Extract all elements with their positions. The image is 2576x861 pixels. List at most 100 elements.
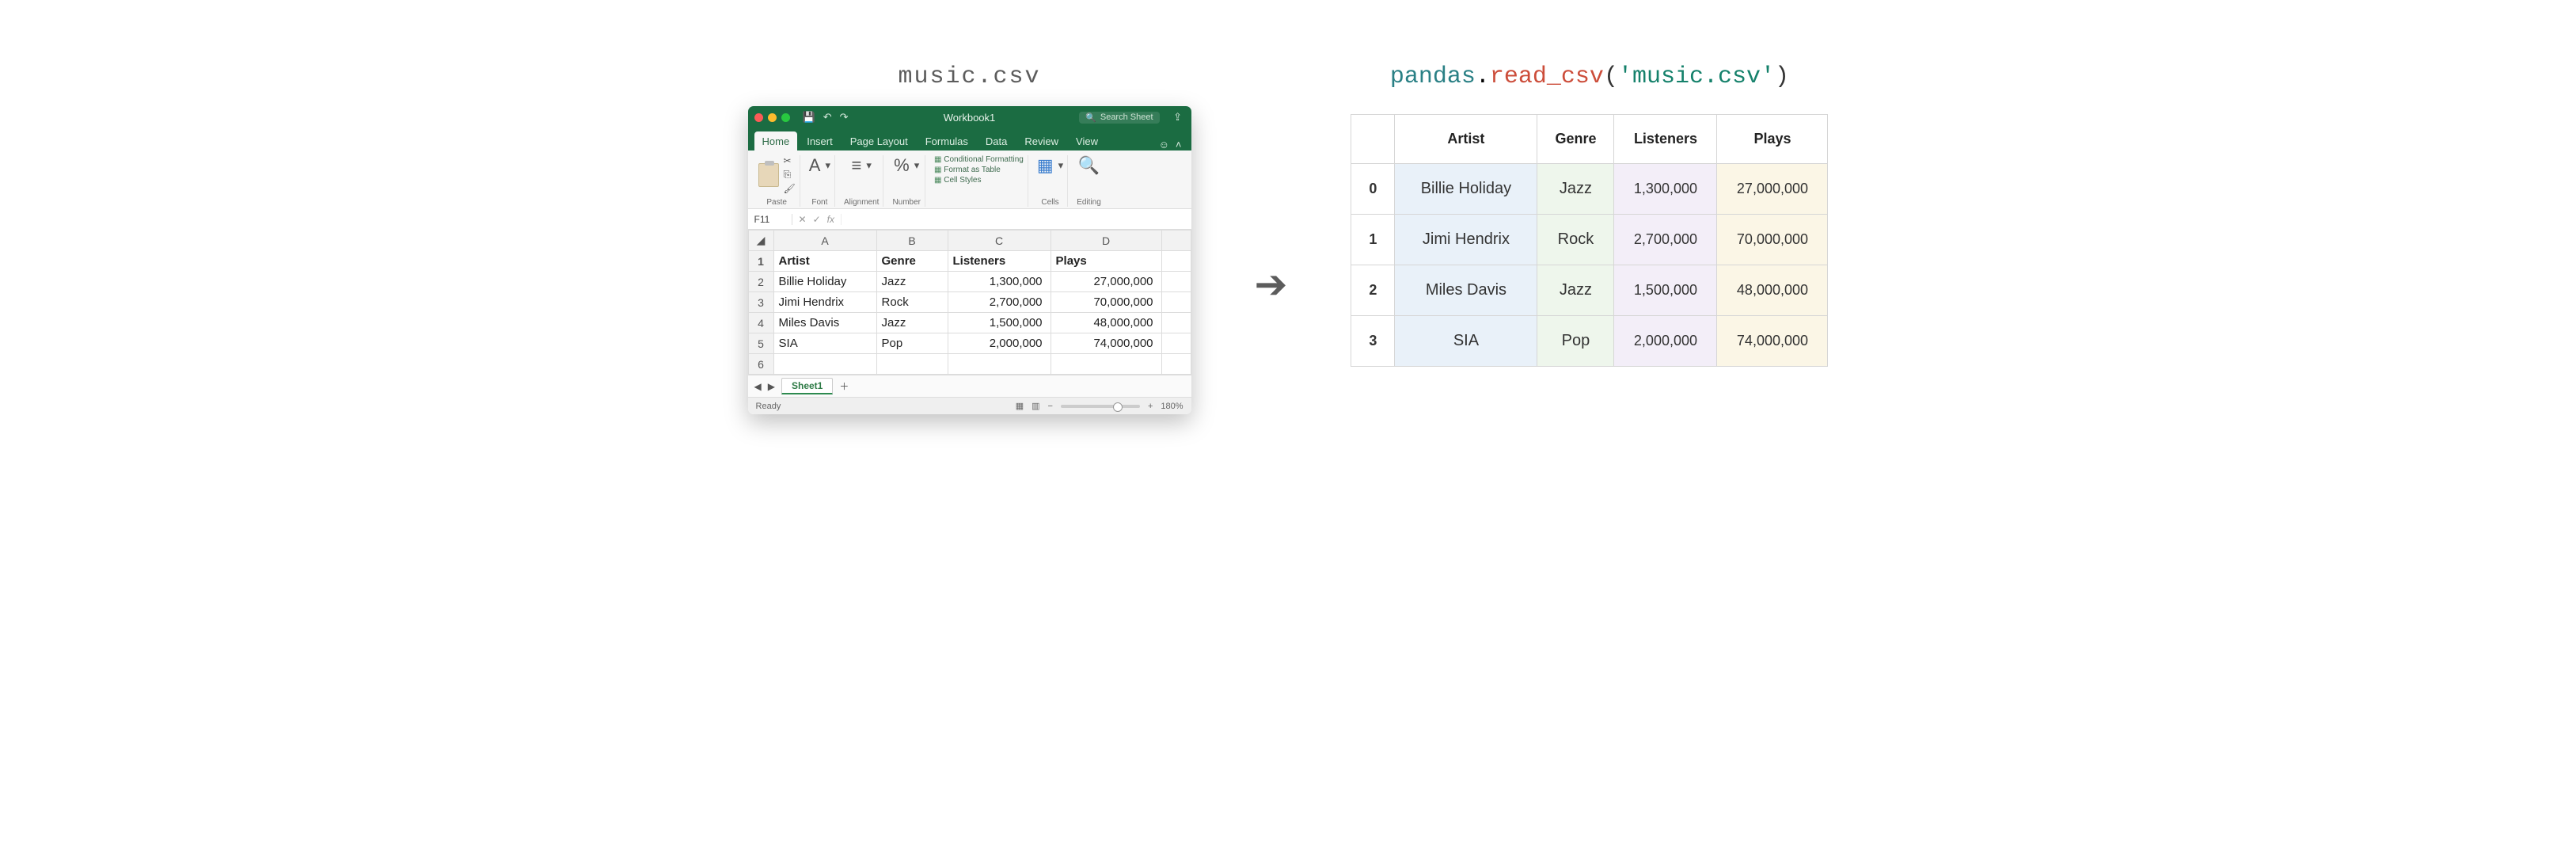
row-header[interactable]: 6 (748, 354, 773, 375)
col-header-d[interactable]: D (1051, 230, 1161, 251)
maximize-icon[interactable] (781, 113, 790, 122)
tab-page-layout[interactable]: Page Layout (842, 131, 916, 150)
cell[interactable]: Pop (876, 333, 948, 354)
cell[interactable]: Jazz (876, 313, 948, 333)
cell[interactable]: Plays (1051, 251, 1161, 272)
undo-icon[interactable]: ↶ (823, 111, 832, 124)
cell[interactable] (948, 354, 1051, 375)
redo-icon[interactable]: ↷ (840, 111, 849, 124)
tab-review[interactable]: Review (1016, 131, 1066, 150)
cell[interactable]: 48,000,000 (1051, 313, 1161, 333)
dropdown-icon[interactable]: ▾ (866, 159, 872, 172)
cell[interactable] (876, 354, 948, 375)
col-header-empty[interactable] (1161, 230, 1191, 251)
cell[interactable]: SIA (773, 333, 876, 354)
cell[interactable] (1051, 354, 1161, 375)
alignment-icon[interactable]: ≡ (852, 155, 862, 176)
editing-icon[interactable]: 🔍 (1078, 155, 1100, 176)
minimize-icon[interactable] (768, 113, 777, 122)
dropdown-icon[interactable]: ▾ (914, 159, 920, 172)
tab-formulas[interactable]: Formulas (918, 131, 976, 150)
cell[interactable]: 27,000,000 (1051, 272, 1161, 292)
cell[interactable] (1161, 354, 1191, 375)
row-header[interactable]: 3 (748, 292, 773, 313)
share-icon[interactable]: ⇪ (1171, 110, 1185, 124)
tab-data[interactable]: Data (978, 131, 1015, 150)
cell[interactable] (1161, 292, 1191, 313)
dropdown-icon[interactable]: ▾ (825, 159, 830, 172)
cell[interactable]: 1,300,000 (948, 272, 1051, 292)
df-col-plays: Plays (1717, 115, 1828, 164)
cell[interactable]: Jazz (876, 272, 948, 292)
cell[interactable]: Rock (876, 292, 948, 313)
zoom-out-icon[interactable]: − (1048, 402, 1053, 411)
row-header[interactable]: 5 (748, 333, 773, 354)
save-icon[interactable]: 💾 (803, 111, 815, 124)
cell[interactable]: Listeners (948, 251, 1051, 272)
next-sheet-icon[interactable]: ▶ (768, 381, 775, 392)
view-normal-icon[interactable]: ▦ (1016, 401, 1024, 411)
cell[interactable]: Artist (773, 251, 876, 272)
search-input[interactable]: 🔍 Search Sheet (1079, 112, 1159, 124)
view-page-icon[interactable]: ▥ (1032, 401, 1039, 411)
cell[interactable]: 74,000,000 (1051, 333, 1161, 354)
format-painter-icon[interactable]: 🖌 (784, 183, 796, 194)
cell[interactable]: 70,000,000 (1051, 292, 1161, 313)
search-placeholder: Search Sheet (1100, 112, 1153, 122)
row-header[interactable]: 2 (748, 272, 773, 292)
group-number: %▾ Number (888, 155, 925, 207)
cell[interactable]: 2,000,000 (948, 333, 1051, 354)
cancel-formula-icon[interactable]: ✕ (799, 214, 807, 225)
copy-icon[interactable]: ⎘ (784, 169, 796, 181)
cell[interactable] (773, 354, 876, 375)
code-dot: . (1476, 63, 1490, 90)
prev-sheet-icon[interactable]: ◀ (754, 381, 762, 392)
cells-icon[interactable]: ▦ (1037, 155, 1054, 176)
cell[interactable] (1161, 272, 1191, 292)
titlebar: 💾 ↶ ↷ Workbook1 🔍 Search Sheet ⇪ (748, 106, 1191, 128)
cell[interactable]: Jimi Hendrix (773, 292, 876, 313)
cell[interactable]: Genre (876, 251, 948, 272)
group-label-paste: Paste (766, 198, 787, 207)
spreadsheet-grid[interactable]: ◢ A B C D 1 Artist Genre Listeners Plays… (748, 230, 1191, 375)
dropdown-icon[interactable]: ▾ (1058, 159, 1064, 172)
row-header[interactable]: 4 (748, 313, 773, 333)
cut-icon[interactable]: ✂ (784, 155, 796, 166)
zoom-in-icon[interactable]: + (1148, 402, 1153, 411)
row-header[interactable]: 1 (748, 251, 773, 272)
df-cell: Jazz (1537, 164, 1614, 215)
paste-icon[interactable] (758, 163, 779, 187)
name-box[interactable]: F11 (748, 214, 792, 225)
tab-insert[interactable]: Insert (799, 131, 841, 150)
ribbon-tabs: Home Insert Page Layout Formulas Data Re… (748, 128, 1191, 150)
cell[interactable] (1161, 333, 1191, 354)
conditional-formatting-button[interactable]: Conditional Formatting (934, 155, 1024, 164)
cell[interactable] (1161, 313, 1191, 333)
help-icon[interactable]: ☺ (1159, 139, 1169, 150)
add-sheet-icon[interactable]: ＋ (839, 379, 849, 393)
col-header-c[interactable]: C (948, 230, 1051, 251)
tab-home[interactable]: Home (754, 131, 798, 150)
zoom-slider[interactable] (1061, 405, 1140, 408)
number-icon[interactable]: % (894, 155, 910, 176)
df-header-row: Artist Genre Listeners Plays (1351, 115, 1828, 164)
col-header-b[interactable]: B (876, 230, 948, 251)
df-col-listeners: Listeners (1614, 115, 1717, 164)
cell[interactable]: 1,500,000 (948, 313, 1051, 333)
collapse-ribbon-icon[interactable]: ˄ (1176, 139, 1182, 150)
close-icon[interactable] (754, 113, 763, 122)
format-as-table-button[interactable]: Format as Table (934, 166, 1001, 174)
tab-view[interactable]: View (1068, 131, 1106, 150)
select-all-button[interactable]: ◢ (748, 230, 773, 251)
cell[interactable]: Miles Davis (773, 313, 876, 333)
cell[interactable]: 2,700,000 (948, 292, 1051, 313)
col-header-a[interactable]: A (773, 230, 876, 251)
sheet-tab[interactable]: Sheet1 (781, 378, 833, 394)
fx-icon[interactable]: fx (827, 214, 834, 225)
font-icon[interactable]: A (809, 155, 821, 176)
cell-styles-button[interactable]: Cell Styles (934, 176, 981, 185)
cell[interactable] (1161, 251, 1191, 272)
enter-formula-icon[interactable]: ✓ (813, 214, 821, 225)
code-open-paren: ( (1604, 63, 1618, 90)
cell[interactable]: Billie Holiday (773, 272, 876, 292)
